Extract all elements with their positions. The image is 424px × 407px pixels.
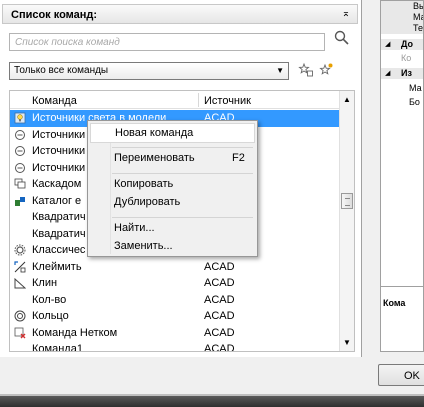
panel-divider: [381, 286, 423, 287]
classic-gear-icon: [14, 244, 26, 256]
scroll-down-arrow-icon[interactable]: ▼: [343, 338, 351, 347]
command-name: Источники: [32, 145, 86, 157]
menu-item-label: Заменить...: [114, 240, 173, 252]
command-source: ACAD: [204, 310, 235, 322]
cascade-windows-icon: [14, 178, 26, 189]
property-category[interactable]: ◢ До: [381, 39, 423, 50]
command-source: ACAD: [204, 260, 235, 273]
description-label: Кома: [383, 298, 406, 308]
menu-item-label: Копировать: [114, 178, 174, 190]
command-netcom-icon: [14, 327, 26, 338]
command-row[interactable]: Клеймить ACAD: [10, 259, 340, 276]
menu-separator: [112, 217, 253, 218]
command-name: Источники: [32, 128, 86, 141]
command-name: Источники: [32, 161, 86, 174]
property-row[interactable]: Ма: [381, 12, 423, 23]
menu-item-rename[interactable]: Переименовать F2: [90, 149, 255, 169]
new-command-star-icon[interactable]: [318, 62, 334, 78]
property-label: Ко: [401, 53, 412, 63]
light-bulb-icon: [14, 112, 26, 124]
property-row[interactable]: Ма: [381, 83, 423, 94]
stamp-icon: [14, 260, 26, 272]
command-row[interactable]: Клин ACAD: [10, 275, 340, 292]
command-name: Клеймить: [32, 260, 82, 273]
menu-item-duplicate[interactable]: Дублировать: [90, 193, 255, 213]
expand-triangle-icon[interactable]: ◢: [385, 69, 390, 77]
property-label: Ма: [409, 83, 422, 93]
expand-triangle-icon[interactable]: ◢: [385, 40, 390, 48]
menu-item-label: Переименовать: [114, 152, 195, 164]
column-separator: [198, 93, 199, 107]
command-name: Команда1: [32, 343, 83, 352]
ok-button[interactable]: OK: [378, 364, 424, 386]
dropdown-arrow-icon: ▼: [276, 66, 284, 75]
property-category-label: До: [401, 39, 414, 49]
command-row[interactable]: Кольцо ACAD: [10, 308, 340, 325]
command-name: Клин: [32, 277, 58, 289]
ok-button-label: OK: [404, 370, 420, 382]
menu-separator: [112, 147, 253, 148]
command-name: Каскадом: [32, 178, 82, 190]
column-header-command[interactable]: Команда: [32, 95, 77, 107]
command-name: Кольцо: [32, 310, 69, 322]
menu-item-shortcut: F2: [232, 152, 245, 164]
command-name: Квадратич: [32, 227, 86, 240]
wedge-icon: [14, 277, 26, 289]
menu-item-label: Дублировать: [114, 196, 181, 208]
menu-item-replace[interactable]: Заменить...: [90, 237, 255, 257]
menu-item-new-command[interactable]: Новая команда: [90, 123, 255, 143]
taskbar-strip: [0, 396, 424, 407]
command-name: Команда Нетком: [32, 326, 118, 339]
property-row[interactable]: Те: [381, 23, 423, 34]
command-filter-dropdown[interactable]: Только все команды ▼: [9, 62, 289, 80]
light-source-icon: [15, 129, 25, 140]
light-source-icon: [15, 162, 25, 173]
menu-item-find[interactable]: Найти...: [90, 219, 255, 239]
menu-item-label: Найти...: [114, 222, 155, 234]
panel-header: Список команд: ⌅: [2, 4, 358, 24]
filter-selected-value: Только все команды: [14, 65, 109, 76]
property-row[interactable]: Ко: [381, 53, 423, 64]
property-row[interactable]: Бо: [381, 97, 423, 108]
command-name: Квадратич: [32, 211, 86, 223]
column-header-source[interactable]: Источник: [204, 95, 251, 107]
menu-item-label: Новая команда: [115, 127, 194, 139]
command-name: Классичес: [32, 244, 86, 256]
property-category[interactable]: ◢ Из: [381, 68, 423, 79]
menu-separator: [112, 173, 253, 174]
command-row[interactable]: Кол-во ACAD: [10, 292, 340, 309]
property-category-label: Из: [401, 68, 412, 78]
collapse-chevron-icon[interactable]: ⌅: [339, 7, 353, 21]
command-name: Кол-во: [32, 293, 67, 306]
property-label: Вы: [413, 1, 423, 11]
catalog-icon: [15, 196, 25, 206]
scroll-thumb[interactable]: [341, 193, 353, 209]
command-search-input[interactable]: [9, 33, 325, 51]
light-source-icon: [15, 146, 25, 156]
command-source: ACAD: [204, 293, 235, 306]
command-row[interactable]: Команда1 ACAD: [10, 341, 340, 352]
command-source: ACAD: [204, 326, 235, 339]
property-label: Те: [413, 23, 423, 33]
filter-star-icon[interactable]: [298, 62, 314, 78]
list-header: Команда Источник: [10, 91, 340, 109]
scroll-up-arrow-icon[interactable]: ▲: [343, 95, 351, 104]
command-row[interactable]: Команда Нетком ACAD: [10, 325, 340, 342]
command-source: ACAD: [204, 343, 235, 352]
command-name: Каталог е: [32, 194, 82, 207]
command-source: ACAD: [204, 277, 235, 289]
property-label: Ма: [413, 12, 423, 22]
panel-title: Список команд:: [11, 9, 98, 21]
context-menu: Новая команда Переименовать F2 Копироват…: [87, 120, 258, 257]
properties-panel: Вы Ма Те ◢ До Ко ◢ Из Ма Бо Кома: [380, 0, 424, 352]
donut-icon: [14, 310, 26, 322]
search-icon[interactable]: [333, 29, 351, 47]
property-row[interactable]: Вы: [381, 1, 423, 12]
property-label: Бо: [409, 97, 420, 107]
vertical-scrollbar[interactable]: ▲ ▼: [339, 91, 354, 351]
menu-item-copy[interactable]: Копировать: [90, 175, 255, 195]
